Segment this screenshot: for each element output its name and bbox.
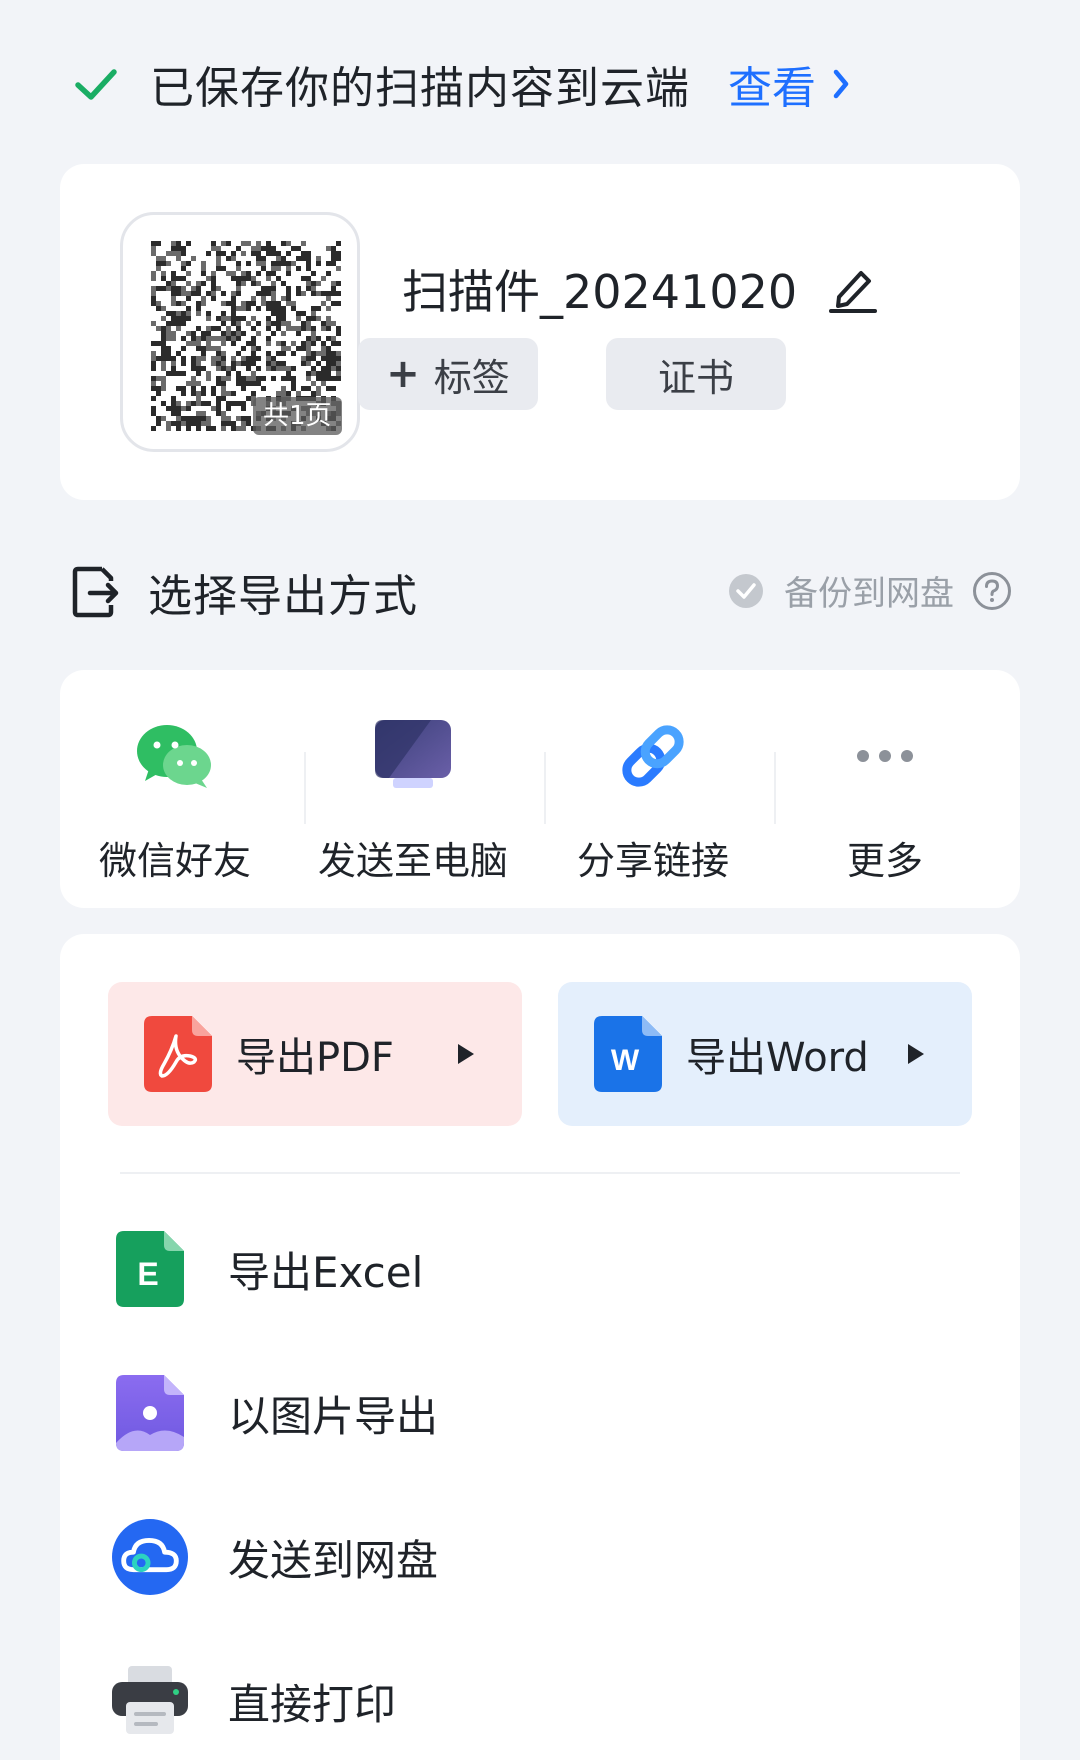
play-arrow-icon — [458, 1044, 474, 1064]
svg-text:W: W — [611, 1044, 640, 1077]
page-count-badge: 共1页 — [253, 397, 342, 435]
document-thumbnail[interactable]: 共1页 — [120, 212, 360, 452]
export-icon — [72, 566, 119, 618]
image-file-icon — [112, 1373, 188, 1453]
wechat-icon — [60, 710, 290, 802]
export-word-label: 导出Word — [686, 1035, 869, 1081]
section-title: 选择导出方式 — [148, 571, 418, 622]
computer-icon — [298, 710, 528, 802]
plus-icon: + — [386, 351, 420, 397]
divider — [120, 1172, 960, 1174]
add-tag-label: 标签 — [433, 355, 510, 400]
saved-message: 已保存你的扫描内容到云端 — [150, 63, 690, 114]
saved-banner: 已保存你的扫描内容到云端 查看 — [72, 52, 850, 116]
export-page: 已保存你的扫描内容到云端 查看 共1页 扫描件_20241020 + 标签 证书 — [0, 0, 1080, 1760]
export-pdf-button[interactable]: 导出PDF — [108, 982, 522, 1126]
document-title-row: 扫描件_20241020 — [402, 256, 879, 322]
share-to-computer[interactable]: 发送至电脑 — [298, 710, 528, 885]
export-pdf-label: 导出PDF — [236, 1035, 394, 1081]
share-more[interactable]: 更多 — [770, 710, 1000, 885]
share-options-card: 微信好友 发送至电脑 分享链接 更多 — [60, 670, 1020, 908]
printer-icon — [112, 1661, 188, 1741]
row-label: 以图片导出 — [228, 1391, 439, 1441]
share-link[interactable]: 分享链接 — [538, 710, 768, 885]
share-wechat[interactable]: 微信好友 — [60, 710, 290, 885]
share-label: 微信好友 — [98, 839, 251, 883]
tag-chip-certificate[interactable]: 证书 — [606, 338, 786, 410]
document-title: 扫描件_20241020 — [402, 265, 798, 319]
row-label: 导出Excel — [228, 1247, 424, 1297]
backup-label: 备份到网盘 — [784, 574, 954, 614]
link-icon — [538, 710, 768, 802]
share-label: 分享链接 — [576, 839, 729, 883]
row-label: 发送到网盘 — [228, 1535, 439, 1585]
backup-toggle[interactable]: 备份到网盘 — [728, 566, 1012, 615]
export-section-header: 选择导出方式 备份到网盘 — [72, 560, 1012, 624]
play-arrow-icon — [908, 1044, 924, 1064]
word-file-icon: W — [594, 1016, 662, 1092]
export-excel-row[interactable]: E 导出Excel — [112, 1224, 972, 1314]
tag-chip-label: 证书 — [657, 355, 734, 400]
export-image-row[interactable]: 以图片导出 — [112, 1368, 972, 1458]
print-row[interactable]: 直接打印 — [112, 1656, 972, 1746]
more-icon — [770, 710, 1000, 802]
help-icon[interactable] — [972, 571, 1012, 611]
excel-icon: E — [112, 1229, 188, 1309]
export-word-button[interactable]: W 导出Word — [558, 982, 972, 1126]
share-label: 发送至电脑 — [317, 839, 508, 883]
add-tag-button[interactable]: + 标签 — [358, 338, 538, 410]
check-icon — [75, 69, 117, 100]
cloud-drive-icon — [112, 1517, 188, 1597]
check-circle-icon — [729, 573, 763, 608]
view-link[interactable]: 查看 — [728, 52, 850, 116]
export-options-card: 导出PDF W 导出Word E 导出Excel 以图片导出 发送到网盘 直接打… — [60, 934, 1020, 1760]
row-label: 直接打印 — [228, 1679, 397, 1729]
edit-icon[interactable] — [827, 263, 879, 315]
svg-text:E: E — [137, 1256, 158, 1292]
share-label: 更多 — [846, 839, 923, 883]
chevron-right-icon — [833, 69, 849, 99]
view-link-label: 查看 — [728, 63, 816, 114]
document-card: 共1页 扫描件_20241020 + 标签 证书 — [60, 164, 1020, 500]
send-to-cloud-drive-row[interactable]: 发送到网盘 — [112, 1512, 972, 1602]
pdf-file-icon — [144, 1016, 212, 1092]
